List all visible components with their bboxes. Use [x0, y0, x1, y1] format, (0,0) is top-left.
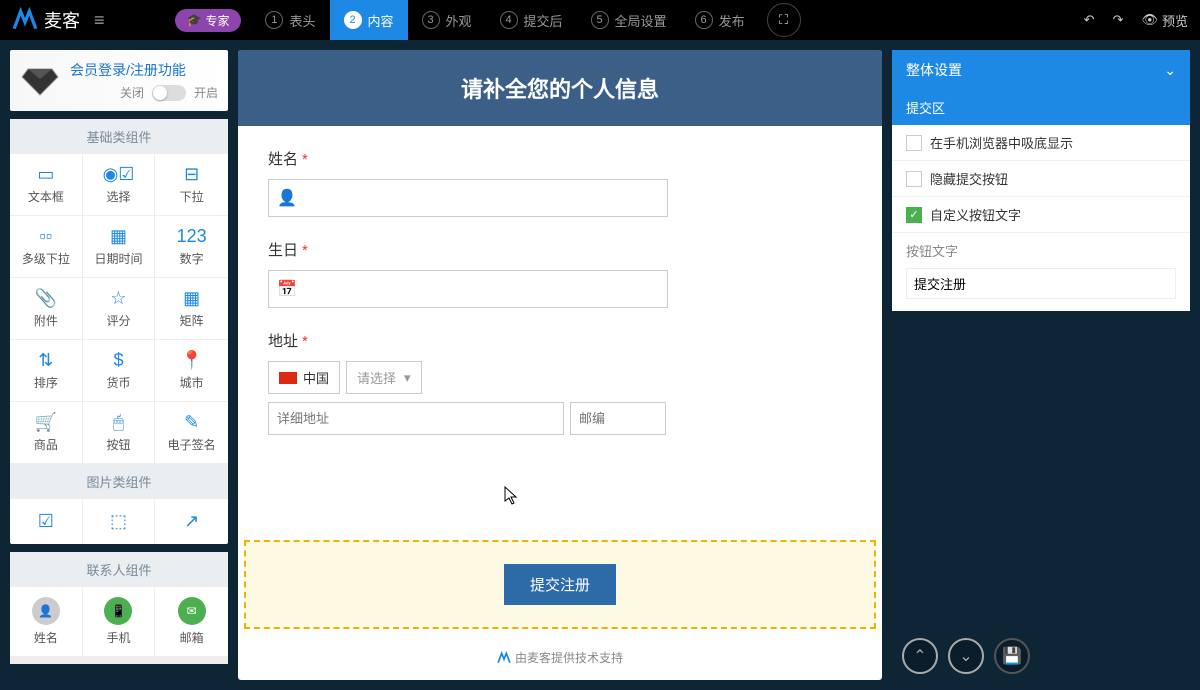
component-文本框[interactable]: ▭文本框 [10, 154, 83, 216]
country-selector[interactable]: 中国 [268, 361, 340, 394]
hamburger-menu-icon[interactable]: ≡ [94, 10, 105, 31]
contact-component-姓名[interactable]: 👤姓名 [10, 587, 83, 656]
component-多级下拉[interactable]: ▫▫多级下拉 [10, 216, 83, 278]
fullscreen-icon[interactable]: ⛶ [767, 3, 801, 37]
component-评分[interactable]: ☆评分 [83, 278, 156, 340]
move-down-button[interactable]: ⌄ [948, 638, 984, 674]
component-选择[interactable]: ◉☑选择 [83, 154, 156, 216]
image-component-1[interactable]: ☑ [10, 499, 83, 544]
component-矩阵[interactable]: ▦矩阵 [155, 278, 228, 340]
address-zip-input[interactable] [570, 402, 666, 435]
image-component-2[interactable]: ⬚ [83, 499, 156, 544]
contact-component-邮箱[interactable]: ✉邮箱 [155, 587, 228, 656]
button-text-label: 按钮文字 [892, 233, 1190, 268]
step-外观[interactable]: 3外观 [408, 0, 486, 40]
preview-button[interactable]: 👁 预览 [1141, 11, 1188, 30]
contact-component-手机[interactable]: 📱手机 [83, 587, 156, 656]
address-detail-input[interactable] [268, 402, 564, 435]
redo-icon[interactable]: ↷ [1113, 12, 1124, 28]
overall-settings-header[interactable]: 整体设置 ⌄ [892, 50, 1190, 90]
image-components-header: 图片类组件 [10, 464, 228, 499]
step-发布[interactable]: 6发布 [681, 0, 759, 40]
move-up-button[interactable]: ⌃ [902, 638, 938, 674]
step-提交后[interactable]: 4提交后 [486, 0, 577, 40]
undo-icon[interactable]: ↶ [1084, 12, 1095, 28]
submit-button[interactable]: 提交注册 [504, 564, 616, 605]
form-title[interactable]: 请补全您的个人信息 [238, 50, 882, 126]
component-附件[interactable]: 📎附件 [10, 278, 83, 340]
expert-badge[interactable]: 🎓 专家 [175, 9, 242, 32]
login-feature-panel: 会员登录/注册功能 关闭 开启 [10, 50, 228, 111]
component-下拉[interactable]: ⊟下拉 [155, 154, 228, 216]
checkbox-自定义按钮文字[interactable]: ✓自定义按钮文字 [892, 197, 1190, 233]
component-城市[interactable]: 📍城市 [155, 340, 228, 402]
step-内容[interactable]: 2内容 [330, 0, 408, 40]
button-text-input[interactable] [906, 268, 1176, 299]
component-排序[interactable]: ⇅排序 [10, 340, 83, 402]
basic-components-header: 基础类组件 [10, 119, 228, 154]
field-address[interactable]: 地址* 中国 请选择▾ [268, 330, 852, 435]
chevron-down-icon: ▾ [404, 370, 411, 386]
login-toggle[interactable] [152, 85, 186, 101]
component-商品[interactable]: 🛒商品 [10, 402, 83, 464]
submit-area[interactable]: 提交注册 [244, 540, 876, 629]
save-button[interactable]: 💾 [994, 638, 1030, 674]
footer-credit: 由麦客提供技术支持 [238, 635, 882, 680]
step-全局设置[interactable]: 5全局设置 [577, 0, 681, 40]
contact-components-header: 联系人组件 [10, 552, 228, 587]
form-canvas: 请补全您的个人信息 姓名* 👤 生日* 📅 地址* 中国 请选择▾ [238, 50, 882, 680]
chevron-down-icon: ⌄ [1164, 62, 1176, 79]
component-按钮[interactable]: 🖱按钮 [83, 402, 156, 464]
component-电子签名[interactable]: ✎电子签名 [155, 402, 228, 464]
brand-logo[interactable]: 麦客 [12, 7, 80, 33]
field-name[interactable]: 姓名* 👤 [268, 148, 852, 217]
image-component-3[interactable]: ↗ [155, 499, 228, 544]
diamond-icon [20, 65, 60, 97]
component-数字[interactable]: 123数字 [155, 216, 228, 278]
step-表头[interactable]: 1表头 [251, 0, 329, 40]
calendar-icon: 📅 [277, 279, 297, 299]
component-日期时间[interactable]: ▦日期时间 [83, 216, 156, 278]
submit-section-header: 提交区 [892, 90, 1190, 125]
login-panel-title: 会员登录/注册功能 [70, 60, 218, 80]
component-货币[interactable]: $货币 [83, 340, 156, 402]
checkbox-在手机浏览器中吸底显示[interactable]: 在手机浏览器中吸底显示 [892, 125, 1190, 161]
checkbox-隐藏提交按钮[interactable]: 隐藏提交按钮 [892, 161, 1190, 197]
person-icon: 👤 [277, 188, 297, 208]
field-birthday[interactable]: 生日* 📅 [268, 239, 852, 308]
region-selector[interactable]: 请选择▾ [346, 361, 422, 394]
